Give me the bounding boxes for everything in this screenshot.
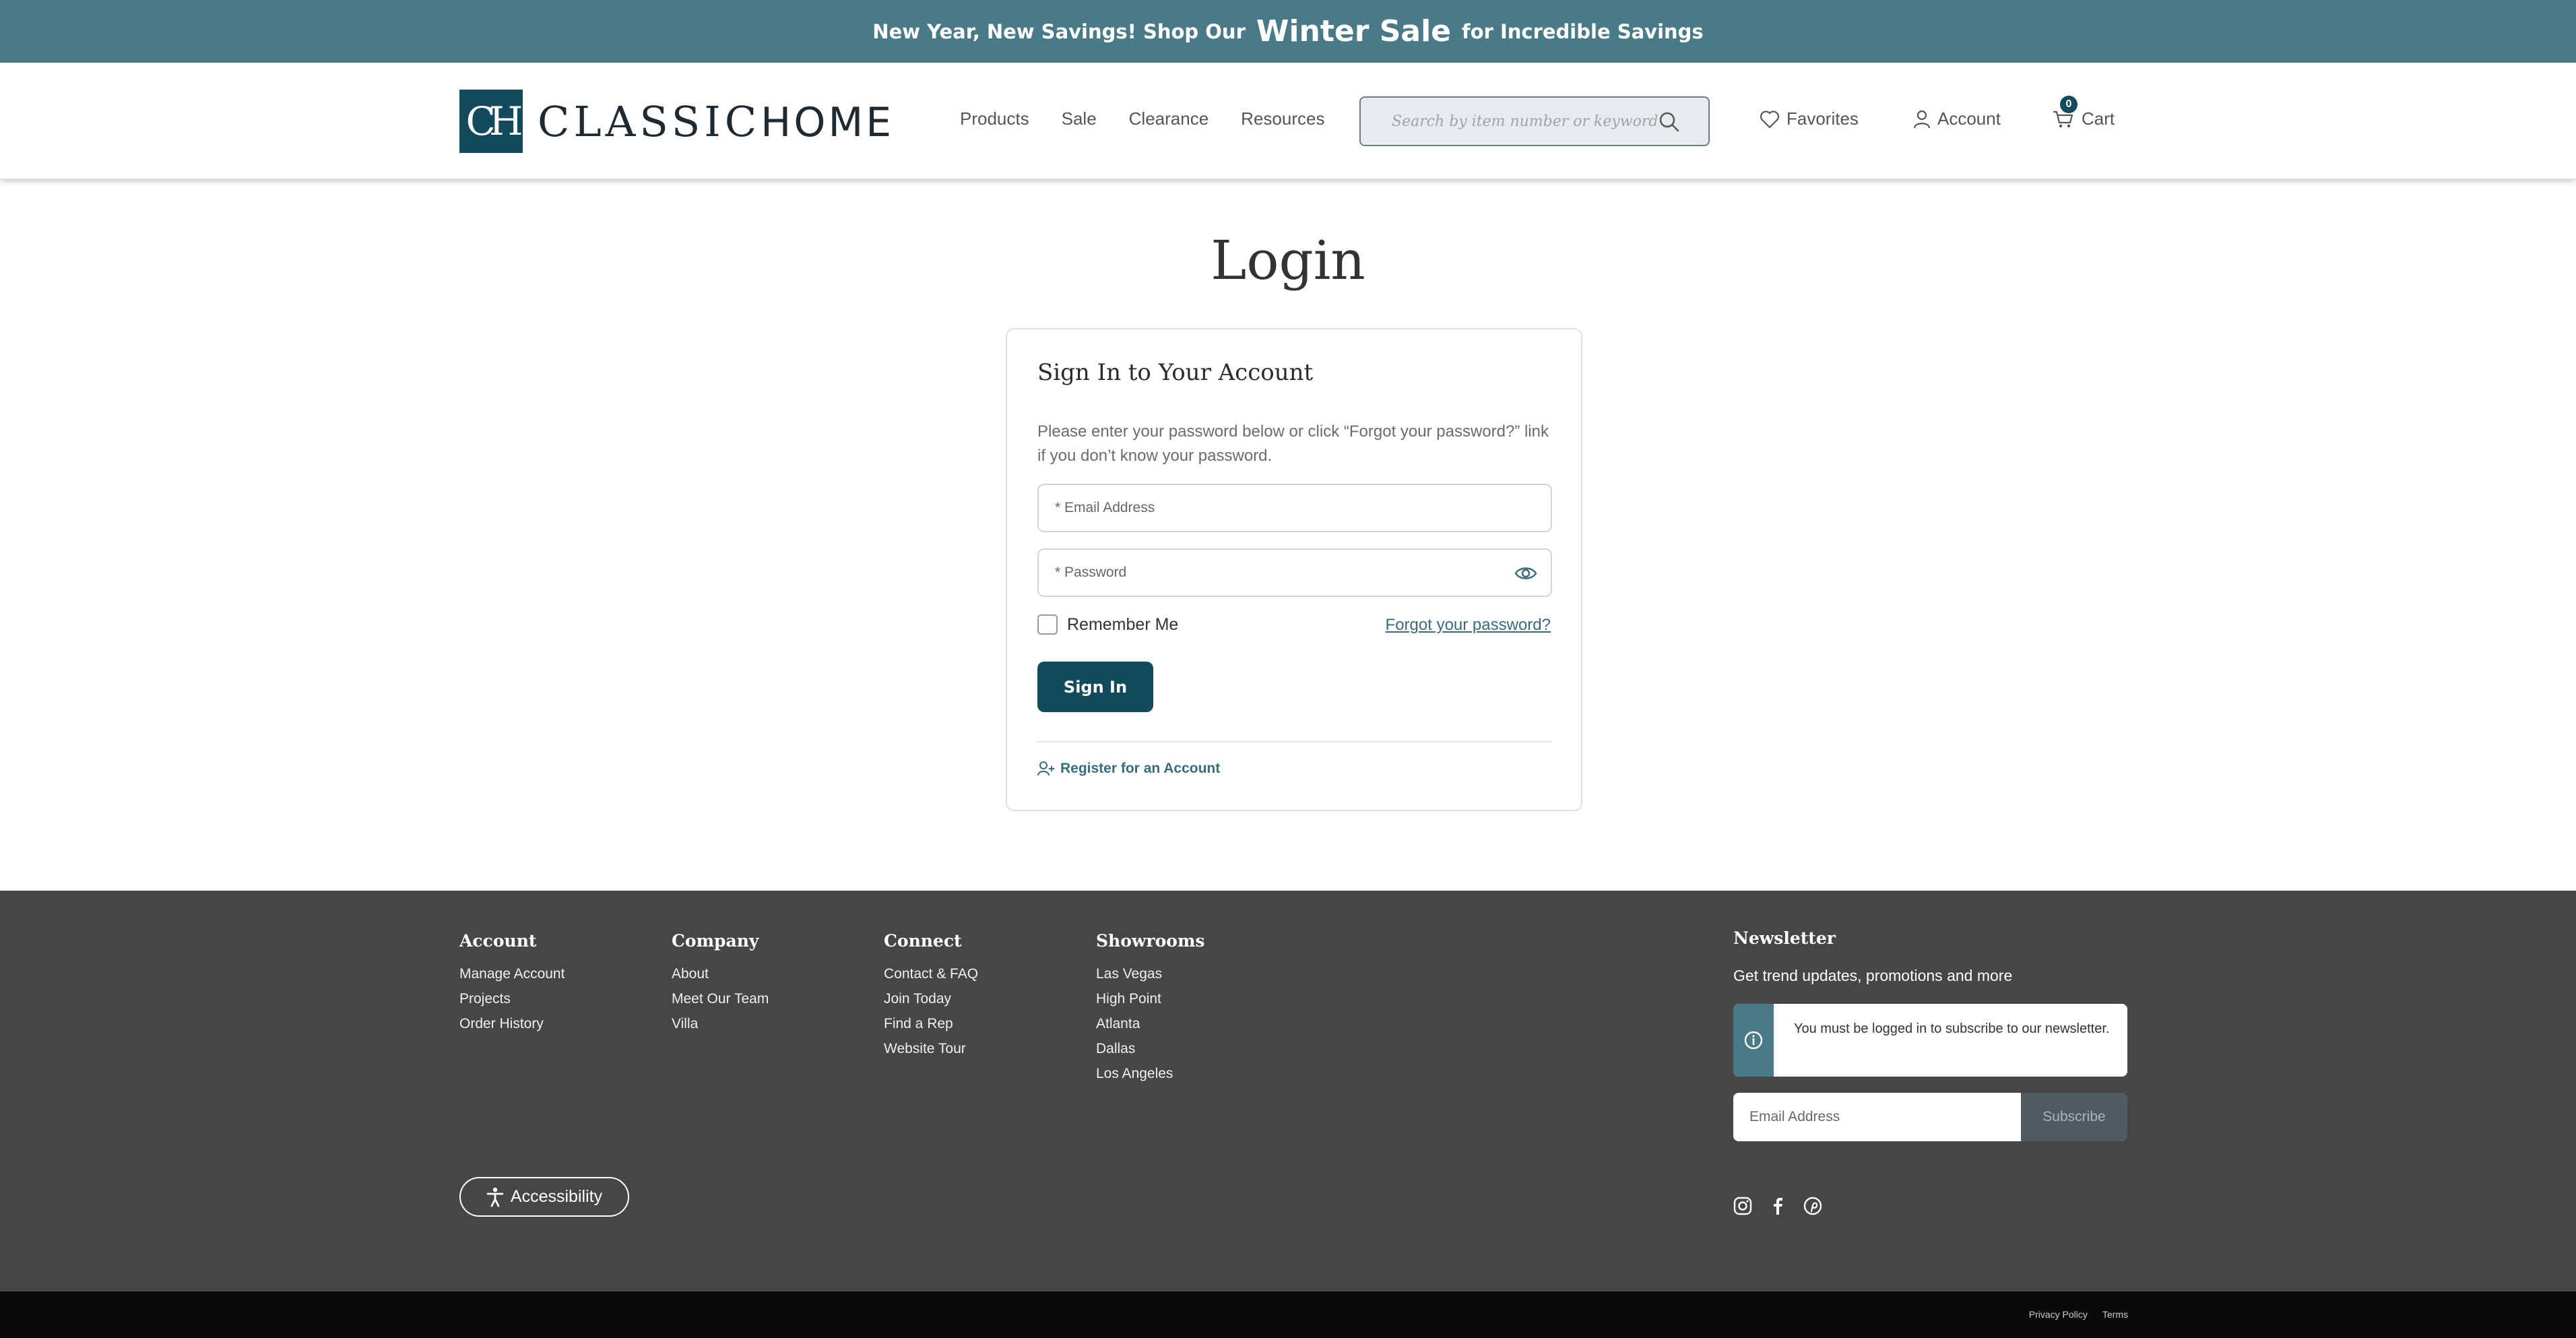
footer-col-account: Account Manage Account Projects Order Hi… [459,931,565,1036]
show-password-icon[interactable] [1514,563,1537,583]
footer-link[interactable]: Los Angeles [1096,1061,1204,1086]
privacy-policy-link[interactable]: Privacy Policy [2029,1309,2088,1320]
logo-text-light: HOME [761,98,895,146]
cart-icon-wrap: 0 [2052,95,2078,129]
promo-prefix: New Year, New Savings! Shop Our [872,20,1246,43]
footer-link[interactable]: Manage Account [459,961,565,986]
site-header: CH CLASSICHOME Products Sale Clearance R… [0,63,2576,179]
account-link[interactable]: Account [1913,108,2001,129]
footer-col-showrooms: Showrooms Las Vegas High Point Atlanta D… [1096,931,1204,1086]
newsletter-email-input[interactable] [1733,1093,2021,1141]
email-field-wrap [1037,484,1552,532]
footer-link[interactable]: Contact & FAQ [884,961,978,986]
newsletter-form: Subscribe [1733,1093,2127,1141]
footer-link[interactable]: Find a Rep [884,1011,978,1036]
facebook-icon[interactable] [1768,1197,1787,1215]
social-links [1733,1197,1822,1215]
footer-link[interactable]: Dallas [1096,1036,1204,1061]
logo-mark: CH [459,90,523,153]
footer-link[interactable]: Atlanta [1096,1011,1204,1036]
nav-sale[interactable]: Sale [1062,108,1097,129]
accessibility-label: Accessibility [510,1187,603,1206]
legal-links: Privacy Policy Terms [2029,1309,2128,1320]
password-field-wrap [1037,548,1552,597]
legal-bar: Privacy Policy Terms [0,1292,2576,1338]
footer-link[interactable]: Meet Our Team [672,986,769,1011]
footer-col-title: Showrooms [1096,931,1205,951]
cart-count-badge: 0 [2060,95,2078,113]
promo-banner[interactable]: New Year, New Savings! Shop Our Winter S… [0,0,2576,63]
footer-col-company: Company About Meet Our Team Villa [672,931,769,1036]
divider [1037,741,1552,742]
nav-clearance[interactable]: Clearance [1129,108,1209,129]
logo[interactable]: CH CLASSICHOME [459,90,894,153]
search-box [1359,96,1710,146]
register-link[interactable]: Register for an Account [1037,761,1220,777]
page-title: Login [1211,229,1365,292]
sign-in-button[interactable]: Sign In [1037,662,1153,712]
footer-link[interactable]: Website Tour [884,1036,978,1061]
newsletter-subtitle: Get trend updates, promotions and more [1733,967,2013,984]
footer-col-title: Account [459,931,537,951]
newsletter-notice: You must be logged in to subscribe to ou… [1733,1004,2127,1077]
nav-resources[interactable]: Resources [1241,108,1324,129]
info-icon [1744,1031,1763,1050]
remember-me-label[interactable]: Remember Me [1067,615,1178,635]
site-footer: Account Manage Account Projects Order Hi… [0,891,2576,1292]
favorites-link[interactable]: Favorites [1760,108,1859,129]
add-user-icon [1037,761,1054,776]
login-description: Please enter your password below or clic… [1037,422,1549,465]
email-field[interactable] [1039,485,1551,531]
login-card: Sign In to Your Account Please enter you… [1006,328,1582,811]
instagram-icon[interactable] [1733,1197,1752,1215]
promo-highlight: Winter Sale [1256,14,1452,49]
cart-link[interactable]: 0 Cart [2052,95,2115,129]
user-icon [1913,110,1931,128]
pinterest-icon[interactable] [1803,1197,1822,1215]
remember-me-checkbox[interactable] [1037,614,1058,635]
account-label: Account [1937,108,2001,129]
promo-suffix: for Incredible Savings [1462,20,1704,43]
remember-me-row: Remember Me [1037,614,1178,635]
accessibility-button[interactable]: Accessibility [459,1177,629,1217]
newsletter-section: Newsletter Get trend updates, promotions… [1733,928,2127,1141]
accessibility-icon [486,1187,504,1207]
card-title: Sign In to Your Account [1037,359,1314,386]
footer-link[interactable]: Join Today [884,986,978,1011]
logo-text-bold: CLASSIC [538,96,761,146]
footer-link[interactable]: Villa [672,1011,769,1036]
register-label: Register for an Account [1060,761,1221,776]
favorites-label: Favorites [1786,108,1859,129]
footer-link[interactable]: High Point [1096,986,1204,1011]
forgot-password-link[interactable]: Forgot your password? [1386,616,1551,635]
subscribe-button[interactable]: Subscribe [2021,1093,2127,1141]
footer-col-connect: Connect Contact & FAQ Join Today Find a … [884,931,978,1061]
footer-link[interactable]: About [672,961,769,986]
footer-link[interactable]: Las Vegas [1096,961,1204,986]
heart-icon [1760,110,1779,128]
cart-label: Cart [2082,108,2115,129]
logo-text: CLASSICHOME [538,97,894,146]
main-nav: Products Sale Clearance Resources [960,108,1324,129]
footer-link[interactable]: Order History [459,1011,565,1036]
nav-products[interactable]: Products [960,108,1029,129]
search-icon[interactable] [1659,111,1680,133]
notice-text: You must be logged in to subscribe to ou… [1794,1021,2110,1036]
search-input[interactable] [1361,98,1657,145]
notice-bar [1733,1004,1774,1077]
password-field[interactable] [1039,550,1551,596]
footer-col-title: Connect [884,931,962,951]
footer-col-title: Company [672,931,759,951]
newsletter-title: Newsletter [1733,928,1836,948]
terms-link[interactable]: Terms [2102,1309,2128,1320]
footer-link[interactable]: Projects [459,986,565,1011]
